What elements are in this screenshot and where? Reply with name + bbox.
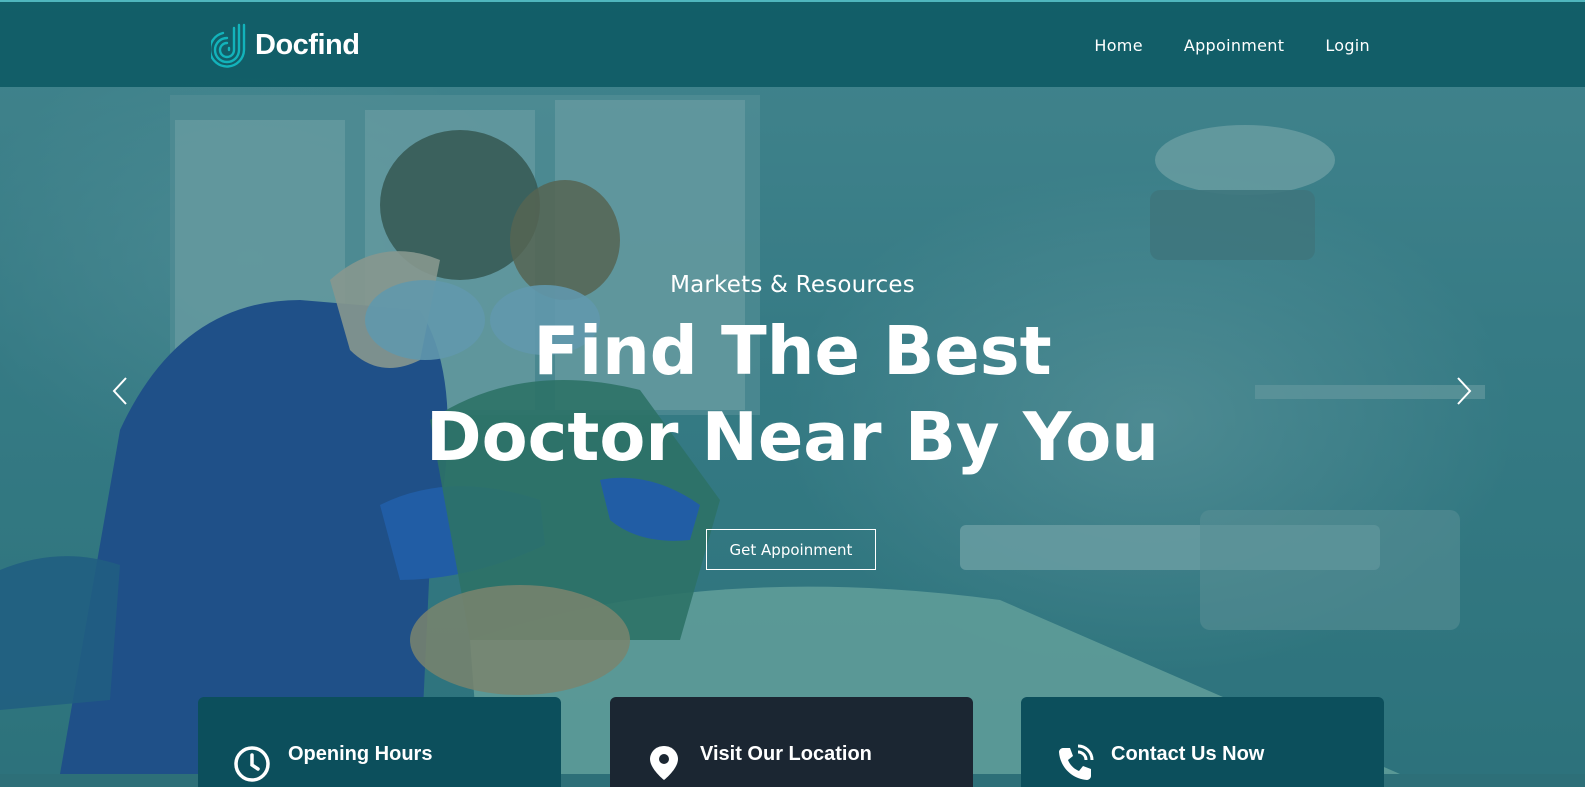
- nav-appointment-link[interactable]: Appoinment: [1184, 36, 1284, 55]
- brand[interactable]: Docfind: [211, 22, 360, 68]
- hero-title: Find The Best Doctor Near By You: [0, 308, 1585, 480]
- card-title: Opening Hours: [288, 743, 433, 765]
- hero-title-line-1: Find The Best: [533, 312, 1052, 390]
- brand-name: Docfind: [255, 28, 360, 61]
- card-title: Visit Our Location: [700, 743, 872, 765]
- map-pin-icon: [650, 746, 678, 780]
- hero-content: Markets & Resources Find The Best Doctor…: [0, 272, 1585, 480]
- card-title: Contact Us Now: [1111, 743, 1265, 765]
- phone-icon: [1059, 744, 1094, 780]
- top-navigation-bar: Docfind Home Appoinment Login: [0, 0, 1585, 87]
- docfind-logo-icon: [211, 23, 246, 68]
- nav-login-link[interactable]: Login: [1325, 36, 1370, 55]
- hero-title-line-2: Doctor Near By You: [425, 398, 1160, 476]
- get-appointment-button[interactable]: Get Appoinment: [706, 529, 876, 570]
- main-nav: Home Appoinment Login: [1094, 36, 1370, 55]
- nav-home-link[interactable]: Home: [1094, 36, 1142, 55]
- hero-kicker: Markets & Resources: [670, 272, 915, 298]
- clock-icon: [234, 746, 270, 782]
